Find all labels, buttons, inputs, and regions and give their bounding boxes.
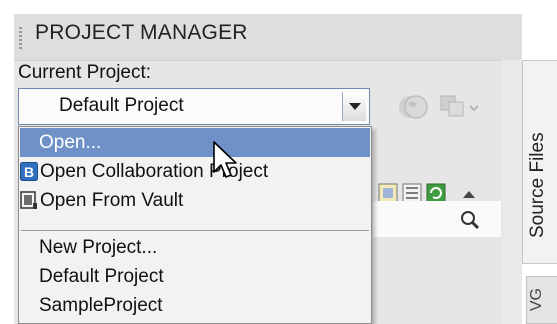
vault-icon bbox=[20, 191, 37, 209]
menu-item-new-project[interactable]: New Project... bbox=[20, 233, 370, 262]
tab-source-files-label: Source Files bbox=[527, 132, 548, 238]
panel-edge bbox=[502, 60, 522, 324]
menu-item-open-from-vault[interactable]: Open From Vault bbox=[20, 186, 370, 215]
menu-item-label: New Project... bbox=[39, 237, 158, 258]
menu-item-label: Open From Vault bbox=[40, 190, 184, 211]
current-project-value: Default Project bbox=[59, 95, 184, 116]
collaboration-b-icon: B bbox=[20, 162, 38, 181]
menu-item-label: SampleProject bbox=[39, 295, 163, 316]
search-icon[interactable] bbox=[459, 209, 481, 231]
project-dropdown-menu: Open... B Open Collaboration Project Ope… bbox=[18, 126, 372, 324]
panel-title: PROJECT MANAGER bbox=[35, 21, 248, 44]
menu-item-open-collaboration[interactable]: B Open Collaboration Project bbox=[20, 157, 370, 186]
mouse-cursor-icon bbox=[213, 141, 237, 178]
source-files-search-row[interactable] bbox=[373, 201, 501, 237]
project-tools-icon[interactable] bbox=[438, 92, 482, 122]
menu-separator bbox=[21, 230, 369, 231]
drag-grip-icon[interactable] bbox=[19, 27, 22, 49]
chevron-down-icon[interactable] bbox=[342, 92, 366, 121]
svg-text:B: B bbox=[24, 164, 34, 180]
menu-item-open[interactable]: Open... bbox=[20, 128, 370, 157]
menu-item-label: Default Project bbox=[39, 266, 164, 287]
menu-item-default-project[interactable]: Default Project bbox=[20, 262, 370, 291]
project-settings-icon[interactable] bbox=[396, 92, 430, 122]
current-project-select[interactable]: Default Project bbox=[18, 88, 370, 125]
menu-item-sample-project[interactable]: SampleProject bbox=[20, 291, 370, 320]
current-project-label: Current Project: bbox=[18, 62, 152, 83]
menu-item-label: Open... bbox=[39, 132, 102, 153]
tab-partial-label: VG bbox=[528, 288, 545, 312]
